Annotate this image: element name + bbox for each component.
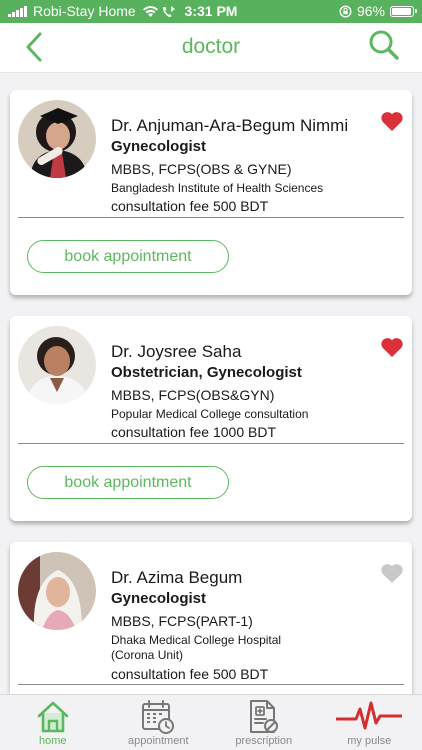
doctor-specialty: Obstetrician, Gynecologist — [111, 364, 302, 381]
doctor-specialty: Gynecologist — [111, 590, 207, 607]
nav-bar: doctor — [0, 23, 422, 73]
doctor-card: Dr. Azima Begum Gynecologist MBBS, FCPS(… — [10, 542, 412, 694]
calendar-clock-icon — [142, 700, 175, 734]
tab-label-my-pulse: my pulse — [347, 735, 392, 747]
doctor-name: Dr. Anjuman-Ara-Begum Nimmi — [111, 116, 349, 135]
doctor-hospital: Bangladesh Institute of Health Sciences — [111, 181, 324, 195]
book-appointment-button[interactable]: book appointment — [27, 466, 229, 499]
doctor-card: Dr. Anjuman-Ara-Begum Nimmi Gynecologist… — [10, 90, 412, 295]
heart-icon[interactable] — [380, 110, 404, 132]
page-title: doctor — [181, 35, 241, 58]
doctor-specialty: Gynecologist — [111, 138, 207, 155]
card-divider — [18, 443, 404, 444]
doctor-degree: MBBS, FCPS(OBS & GYNE) — [111, 161, 292, 177]
tab-bar: home appointment prescription my pulse — [0, 694, 422, 750]
doctor-degree: MBBS, FCPS(PART-1) — [111, 613, 253, 629]
battery-percent: 96% — [356, 3, 385, 19]
doctor-name: Dr. Azima Begum — [111, 568, 243, 587]
orientation-lock-icon — [339, 4, 352, 18]
card-divider — [18, 217, 404, 218]
prescription-icon — [249, 700, 278, 733]
tab-label-home: home — [38, 735, 67, 747]
card-divider — [18, 684, 404, 685]
consultation-fee: consultation fee 500 BDT — [111, 198, 269, 214]
tab-my-pulse[interactable]: my pulse — [317, 695, 422, 750]
tab-appointment[interactable]: appointment — [106, 695, 212, 750]
search-icon[interactable] — [368, 29, 400, 61]
book-appointment-button[interactable]: book appointment — [27, 240, 229, 273]
doctor-hospital: Dhaka Medical College Hospital (Corona U… — [111, 633, 282, 662]
doctor-degree: MBBS, FCPS(OBS&GYN) — [111, 387, 275, 403]
consultation-fee: consultation fee 500 BDT — [111, 666, 269, 682]
home-icon — [37, 701, 69, 733]
tab-prescription[interactable]: prescription — [211, 695, 317, 750]
battery-icon — [390, 5, 417, 17]
doctor-avatar — [18, 100, 96, 178]
doctor-hospital: Popular Medical College consultation — [111, 407, 309, 421]
status-bar: Robi-Stay Home 3:31 PM 96% — [0, 0, 422, 23]
doctor-list[interactable]: Dr. Anjuman-Ara-Begum Nimmi Gynecologist… — [0, 74, 422, 694]
tab-label-prescription: prescription — [235, 735, 293, 747]
status-right: 96% — [339, 3, 417, 19]
doctor-card: Dr. Joysree Saha Obstetrician, Gynecolog… — [10, 316, 412, 521]
tab-home[interactable]: home — [0, 695, 106, 750]
heart-icon[interactable] — [380, 562, 404, 584]
tab-label-appointment: appointment — [127, 735, 189, 747]
heart-icon[interactable] — [380, 336, 404, 358]
consultation-fee: consultation fee 1000 BDT — [111, 424, 276, 440]
doctor-avatar — [18, 552, 96, 630]
doctor-name: Dr. Joysree Saha — [111, 342, 242, 361]
pulse-icon — [336, 701, 403, 730]
doctor-avatar — [18, 326, 96, 404]
